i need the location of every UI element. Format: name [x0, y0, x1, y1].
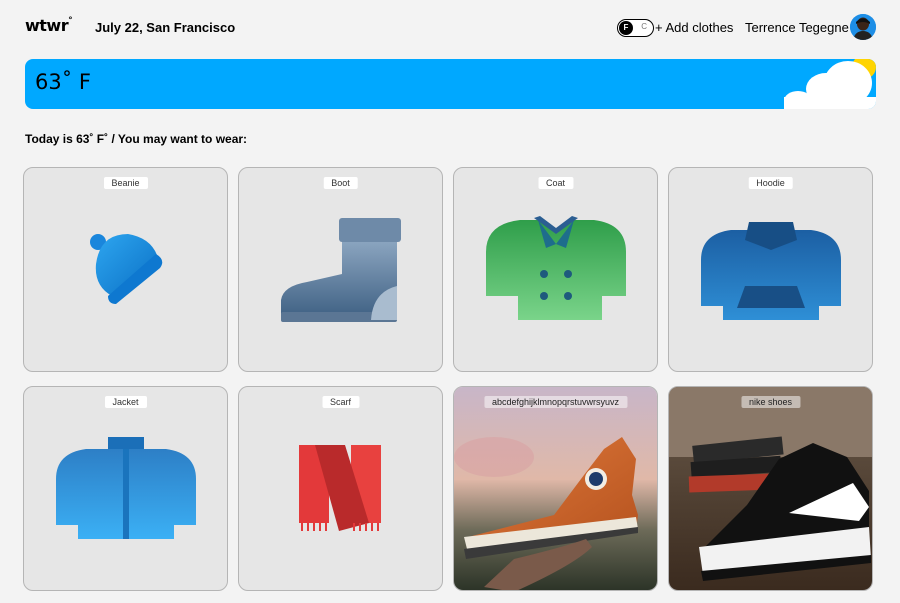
wear-suggestion: Today is 63˚ F˚ / You may want to wear: [25, 132, 248, 146]
sunny-cloud-icon [784, 59, 876, 109]
logo-mark: ° [68, 15, 73, 26]
item-label: nike shoes [740, 396, 801, 408]
app-header: wtwr° July 22, San Francisco F C + Add c… [0, 0, 900, 56]
item-card-scarf[interactable]: Scarf [238, 386, 443, 591]
hoodie-icon [701, 222, 841, 320]
nike-shoe-photo [669, 387, 872, 590]
item-card-sneaker-photo[interactable]: abcdefghijklmnopqrstuvwrsyuvz [453, 386, 658, 591]
item-label: Boot [323, 177, 358, 189]
avatar-image [850, 14, 876, 40]
boot-icon [281, 218, 401, 322]
app-logo[interactable]: wtwr° [25, 15, 73, 35]
toggle-fahrenheit: F [619, 21, 633, 35]
item-label: Hoodie [748, 177, 793, 189]
beanie-icon [90, 234, 163, 304]
item-label: abcdefghijklmnopqrstuvwrsyuvz [483, 396, 628, 408]
scarf-icon [299, 445, 381, 531]
item-label: Beanie [103, 177, 148, 189]
item-label: Scarf [321, 396, 360, 408]
sneaker-photo [454, 387, 657, 590]
weather-banner: 63˚ F [25, 59, 876, 109]
toggle-celsius: C [641, 22, 647, 31]
item-card-hoodie[interactable]: Hoodie [668, 167, 873, 372]
username[interactable]: Terrence Tegegne [745, 20, 849, 35]
coat-icon [486, 216, 626, 320]
logo-text: wtwr [25, 16, 69, 35]
item-card-boot[interactable]: Boot [238, 167, 443, 372]
item-card-nike-photo[interactable]: nike shoes [668, 386, 873, 591]
weather-temperature: 63˚ F [35, 70, 91, 94]
item-card-jacket[interactable]: Jacket [23, 386, 228, 591]
avatar[interactable] [850, 14, 876, 40]
item-card-coat[interactable]: Coat [453, 167, 658, 372]
item-label: Jacket [104, 396, 147, 408]
item-card-beanie[interactable]: Beanie [23, 167, 228, 372]
add-clothes-button[interactable]: + Add clothes [655, 20, 733, 35]
date-location: July 22, San Francisco [95, 20, 236, 35]
item-label: Coat [537, 177, 574, 189]
temperature-unit-toggle[interactable]: F C [617, 19, 654, 37]
jacket-icon [56, 437, 196, 539]
